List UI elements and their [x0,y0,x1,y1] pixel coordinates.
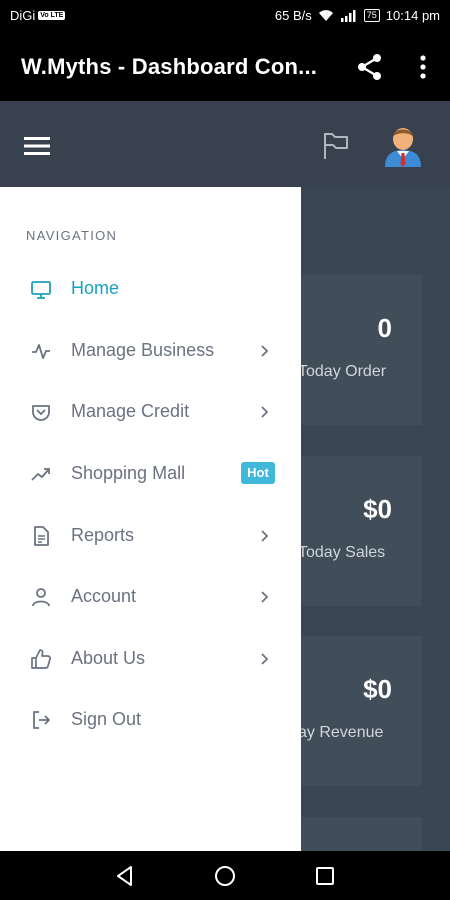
back-icon[interactable] [113,864,137,888]
nav-heading: NAVIGATION [26,228,118,243]
navigation-drawer: NAVIGATION Home Manage Business Manage C… [0,187,301,851]
chevron-right-icon [261,530,269,542]
home-circle-icon[interactable] [213,864,237,888]
menu-label: Home [71,278,120,298]
menu-icon[interactable] [24,135,52,157]
carrier: DiGi Vo LTE [10,8,66,23]
menu-label: Shopping Mall [71,463,186,483]
share-icon[interactable] [354,52,386,82]
card-label: ay Revenue [298,724,384,741]
app-title: W.Myths - Dashboard Con... [21,53,318,79]
card-value: $0 [363,494,392,524]
battery-icon: 75 [363,9,380,22]
pocket-icon [32,405,50,421]
system-nav-bar [0,851,450,900]
chevron-right-icon [261,653,269,665]
activity-icon [32,344,50,359]
status-bar: DiGi Vo LTE 65 B/s 75 10:14 pm [0,0,450,32]
user-icon [32,588,50,607]
app-bar: W.Myths - Dashboard Con... [0,32,450,101]
chevron-right-icon [261,591,269,603]
trending-up-icon [31,468,50,481]
chevron-right-icon [261,406,269,418]
network-speed: 65 B/s [274,8,312,23]
recent-apps-icon[interactable] [314,865,336,887]
menu-item-home[interactable]: Home [0,264,301,314]
menu-label: Manage Business [71,340,215,360]
thumbs-up-icon [31,649,51,669]
more-vert-icon[interactable] [410,52,436,82]
clock: 10:14 pm [385,8,440,23]
chevron-right-icon [261,345,269,357]
dashboard-header [0,101,450,189]
card-label: Today Sales [298,544,386,561]
menu-item-about-us[interactable]: About Us [0,634,301,684]
menu-item-manage-business[interactable]: Manage Business [0,326,301,376]
file-text-icon [34,526,49,546]
menu-label: About Us [71,648,146,668]
volte-badge: Vo LTE [38,11,66,20]
menu-item-shopping-mall[interactable]: Shopping Mall Hot [0,449,301,499]
menu-label: Account [71,586,137,606]
flag-icon[interactable] [320,129,352,161]
menu-item-sign-out[interactable]: Sign Out [0,695,301,745]
card-value: 0 [377,313,392,343]
menu-label: Sign Out [71,709,142,729]
card-value: $0 [363,674,392,704]
avatar[interactable] [382,123,424,167]
hot-badge: Hot [241,462,275,484]
log-out-icon [33,711,50,729]
carrier-name: DiGi [10,8,36,23]
wifi-icon [318,10,333,21]
status-right: 65 B/s 75 10:14 pm [275,8,440,23]
menu-label: Reports [71,525,135,545]
menu-item-account[interactable]: Account [0,572,301,622]
menu-label: Manage Credit [71,401,190,421]
menu-item-reports[interactable]: Reports [0,511,301,561]
monitor-icon [31,281,51,299]
menu-item-manage-credit[interactable]: Manage Credit [0,387,301,437]
signal-icon [340,10,356,22]
card-label: Today Order [298,363,387,380]
